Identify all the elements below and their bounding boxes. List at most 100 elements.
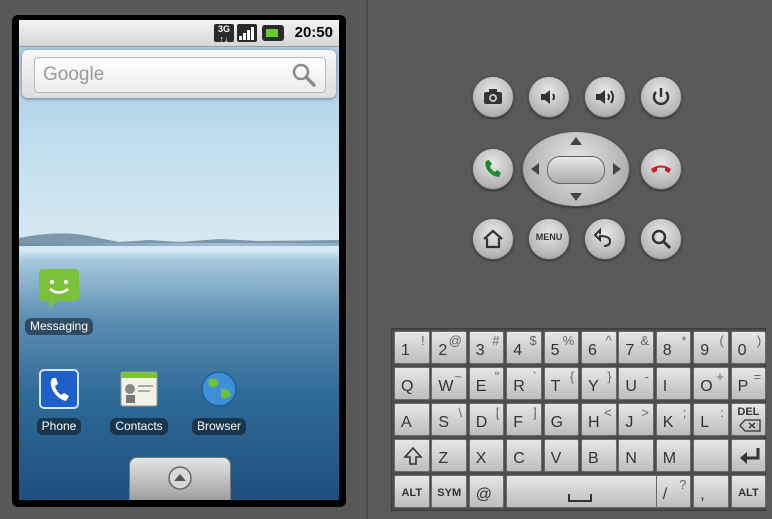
key-s[interactable]: S \ xyxy=(431,403,467,436)
device-screen[interactable]: 3G ↑↓ 20:50 Google Messaging Phone Conta… xyxy=(19,20,339,500)
key-w[interactable]: W ~ xyxy=(431,367,467,400)
key-shift[interactable] xyxy=(394,439,430,472)
backspace-icon xyxy=(738,419,761,432)
dpad-center-button[interactable] xyxy=(547,156,605,184)
key-3[interactable]: 3 # xyxy=(468,331,505,364)
search-icon xyxy=(651,229,672,250)
key-x[interactable]: X xyxy=(468,439,505,472)
key-alt-label: & xyxy=(640,333,649,348)
key-q[interactable]: Q xyxy=(394,367,430,400)
key-r[interactable]: R ` xyxy=(506,367,542,400)
key-alt-label: ; xyxy=(682,405,687,420)
key-e[interactable]: E " xyxy=(468,367,505,400)
contacts-icon xyxy=(120,371,158,407)
key-1[interactable]: 1! xyxy=(394,331,430,364)
key-f[interactable]: F] xyxy=(506,403,542,436)
pane-divider xyxy=(366,0,368,519)
key-5[interactable]: 5% xyxy=(543,331,580,364)
key-j[interactable]: J > xyxy=(618,403,654,436)
key-4[interactable]: 4 $ xyxy=(506,331,542,364)
key-alt-left[interactable]: ALT xyxy=(394,475,430,508)
key-enter[interactable] xyxy=(730,439,767,472)
end-call-button[interactable] xyxy=(640,148,682,190)
key-at[interactable]: @ xyxy=(468,475,505,508)
key-label: O xyxy=(700,378,713,395)
key-9[interactable]: 9( xyxy=(693,331,729,364)
dpad-left-icon[interactable] xyxy=(531,163,539,175)
key-alt-label: - xyxy=(644,369,649,384)
dpad-up-icon[interactable] xyxy=(570,137,582,145)
key-6[interactable]: 6 ^ xyxy=(581,331,617,364)
app-contacts[interactable]: Contacts xyxy=(99,369,179,435)
home-button[interactable] xyxy=(472,218,514,260)
key-alt-label: % xyxy=(562,333,575,348)
key-alt-right[interactable]: ALT xyxy=(730,475,767,508)
search-input[interactable]: Google xyxy=(34,57,326,93)
menu-button[interactable]: MENU xyxy=(528,218,570,260)
volume-down-button[interactable] xyxy=(528,76,570,118)
app-browser[interactable]: Browser xyxy=(179,369,259,435)
key-m[interactable]: M xyxy=(655,439,692,472)
key-alt-label: @ xyxy=(448,333,462,348)
key-slash[interactable]: /? xyxy=(655,475,692,508)
key-label: S xyxy=(438,414,450,431)
key-alt-label: : xyxy=(720,405,724,420)
key-p[interactable]: P = xyxy=(730,367,767,400)
key-0[interactable]: 0) xyxy=(730,331,767,364)
key-a[interactable]: A xyxy=(394,403,430,436)
volume-up-icon xyxy=(596,90,614,104)
key-i[interactable]: I xyxy=(655,367,692,400)
key-label: 3 xyxy=(475,342,485,359)
key-alt-label: { xyxy=(569,369,575,384)
key-blank[interactable] xyxy=(693,439,729,472)
search-button[interactable] xyxy=(640,218,682,260)
google-search-widget[interactable]: Google xyxy=(22,50,336,98)
app-drawer-button[interactable] xyxy=(129,457,231,500)
key-alt-label: < xyxy=(604,405,612,420)
key-8[interactable]: 8 * xyxy=(655,331,692,364)
key-o[interactable]: O + xyxy=(693,367,729,400)
key-t[interactable]: T{ xyxy=(543,367,580,400)
key-d[interactable]: D[ xyxy=(468,403,505,436)
back-button[interactable] xyxy=(584,218,626,260)
key-n[interactable]: N xyxy=(618,439,654,472)
key-z[interactable]: Z xyxy=(431,439,467,472)
volume-up-button[interactable] xyxy=(584,76,626,118)
key-label: I xyxy=(662,378,668,395)
key-k[interactable]: K; xyxy=(655,403,692,436)
key-2[interactable]: 2 @ xyxy=(431,331,467,364)
key-label: J xyxy=(625,414,634,431)
camera-button[interactable] xyxy=(472,76,514,118)
magnifier-icon[interactable] xyxy=(291,62,317,88)
key-u[interactable]: U- xyxy=(618,367,654,400)
wallpaper-horizon xyxy=(19,243,339,246)
key-b[interactable]: B xyxy=(581,439,617,472)
key-label: B xyxy=(588,450,599,467)
key-c[interactable]: C xyxy=(506,439,542,472)
back-icon xyxy=(593,227,612,247)
key-delete[interactable]: DEL xyxy=(730,403,767,436)
status-bar: 3G ↑↓ 20:50 xyxy=(19,20,339,47)
app-messaging[interactable]: Messaging xyxy=(19,269,99,335)
key-sym[interactable]: SYM xyxy=(431,475,467,508)
dpad-down-icon[interactable] xyxy=(570,193,582,201)
power-button[interactable] xyxy=(640,76,682,118)
key-alt-label: ? xyxy=(679,477,687,492)
key-alt-label: } xyxy=(607,369,612,384)
key-h[interactable]: H < xyxy=(581,403,617,436)
app-phone[interactable]: Phone xyxy=(19,369,99,435)
dpad-right-icon[interactable] xyxy=(613,163,621,175)
key-label: ALT xyxy=(401,487,423,499)
app-label: Phone xyxy=(36,418,82,435)
call-button[interactable] xyxy=(472,148,514,190)
key-v[interactable]: V xyxy=(543,439,580,472)
key-l[interactable]: L: xyxy=(693,403,729,436)
key-y[interactable]: Y} xyxy=(581,367,617,400)
key-label: H xyxy=(588,414,600,431)
dpad[interactable] xyxy=(522,131,630,207)
menu-label: MENU xyxy=(535,232,563,242)
key-7[interactable]: 7 & xyxy=(618,331,654,364)
signal-icon xyxy=(237,24,257,42)
key-comma[interactable]: , xyxy=(693,475,729,508)
key-g[interactable]: G xyxy=(543,403,580,436)
